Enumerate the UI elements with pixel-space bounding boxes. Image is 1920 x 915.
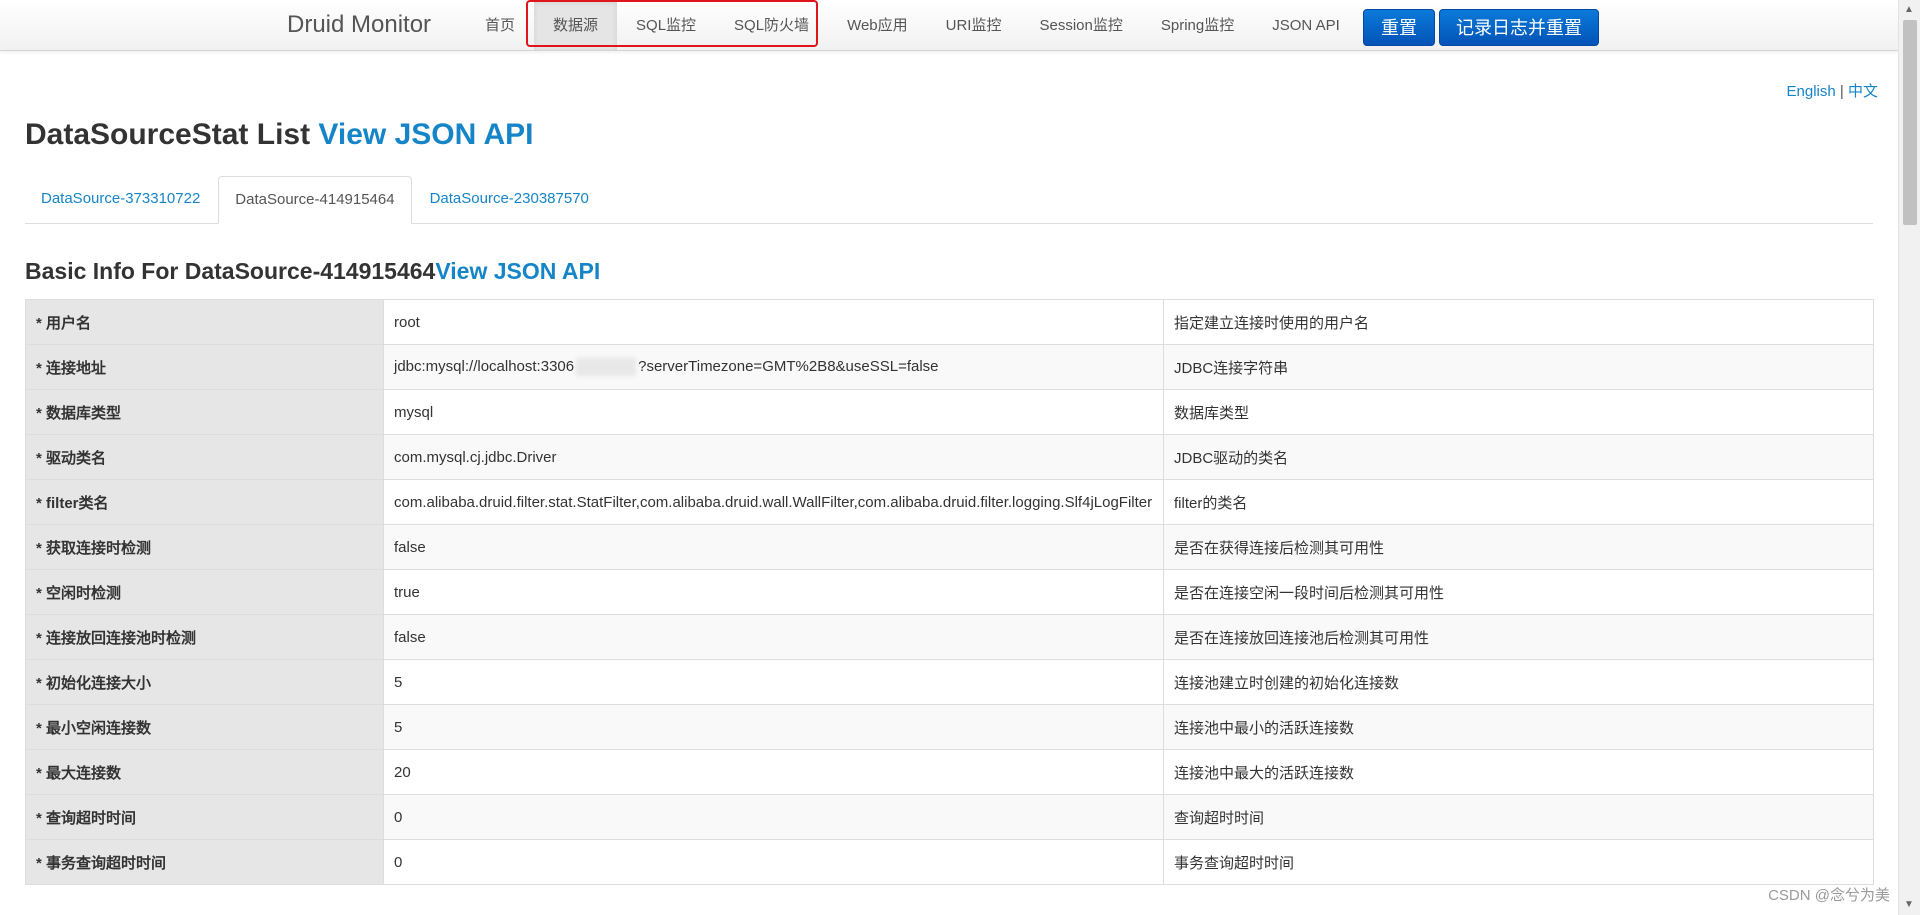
row-key: * 最小空闲连接数 bbox=[25, 704, 384, 750]
row-value: root bbox=[383, 299, 1164, 345]
row-description: 事务查询超时时间 bbox=[1163, 839, 1874, 885]
row-description: 是否在连接空闲一段时间后检测其可用性 bbox=[1163, 569, 1874, 615]
nav-item-uri-monitor[interactable]: URI监控 bbox=[927, 0, 1021, 50]
table-row: * 数据库类型 mysql 数据库类型 bbox=[25, 389, 1874, 435]
lang-english-link[interactable]: English bbox=[1787, 83, 1836, 100]
table-row: * 连接放回连接池时检测 false 是否在连接放回连接池后检测其可用性 bbox=[25, 614, 1874, 660]
reset-button[interactable]: 重置 bbox=[1363, 9, 1435, 46]
page-title: DataSourceStat List View JSON API bbox=[25, 118, 534, 152]
page-title-text: DataSourceStat List bbox=[25, 118, 319, 151]
row-value-prefix: jdbc:mysql://localhost:3306 bbox=[394, 357, 575, 375]
row-description: 查询超时时间 bbox=[1163, 794, 1874, 840]
nav-item-home[interactable]: 首页 bbox=[466, 0, 534, 50]
top-navbar: Druid Monitor 首页 数据源 SQL监控 SQL防火墙 Web应用 … bbox=[0, 0, 1898, 51]
table-row: * 用户名 root 指定建立连接时使用的用户名 bbox=[25, 299, 1874, 345]
row-value: 0 bbox=[383, 794, 1164, 840]
row-value: 0 bbox=[383, 839, 1164, 885]
log-and-reset-button[interactable]: 记录日志并重置 bbox=[1439, 9, 1599, 46]
tab-datasource-2[interactable]: DataSource-414915464 bbox=[218, 176, 412, 224]
row-description: 连接池中最大的活跃连接数 bbox=[1163, 749, 1874, 795]
tab-datasource-3[interactable]: DataSource-230387570 bbox=[414, 176, 605, 223]
view-json-api-link[interactable]: View JSON API bbox=[318, 118, 533, 151]
row-description: filter的类名 bbox=[1163, 479, 1874, 525]
table-row: * 初始化连接大小 5 连接池建立时创建的初始化连接数 bbox=[25, 659, 1874, 705]
section-view-json-api-link[interactable]: View JSON API bbox=[435, 258, 600, 284]
row-description: 指定建立连接时使用的用户名 bbox=[1163, 299, 1874, 345]
nav-item-json-api[interactable]: JSON API bbox=[1253, 0, 1359, 50]
table-row: * 事务查询超时时间 0 事务查询超时时间 bbox=[25, 839, 1874, 885]
row-key: * 连接放回连接池时检测 bbox=[25, 614, 384, 660]
table-row: * filter类名 com.alibaba.druid.filter.stat.… bbox=[25, 479, 1874, 525]
row-value: false bbox=[383, 614, 1164, 660]
row-key: * 用户名 bbox=[25, 299, 384, 345]
row-value: 5 bbox=[383, 659, 1164, 705]
table-row: * 最小空闲连接数 5 连接池中最小的活跃连接数 bbox=[25, 704, 1874, 750]
row-description: 连接池建立时创建的初始化连接数 bbox=[1163, 659, 1874, 705]
datasource-tabs: DataSource-373310722 DataSource-41491546… bbox=[25, 176, 1873, 224]
row-key: * 数据库类型 bbox=[25, 389, 384, 435]
row-key: * 事务查询超时时间 bbox=[25, 839, 384, 885]
scroll-down-arrow-icon[interactable]: ▼ bbox=[1904, 898, 1914, 912]
table-row: * 查询超时时间 0 查询超时时间 bbox=[25, 794, 1874, 840]
row-description: 是否在连接放回连接池后检测其可用性 bbox=[1163, 614, 1874, 660]
row-value: 20 bbox=[383, 749, 1164, 795]
basic-info-table: * 用户名 root 指定建立连接时使用的用户名 * 连接地址 jdbc:mysql:/… bbox=[25, 299, 1874, 885]
section-title: Basic Info For DataSource-414915464View … bbox=[25, 258, 600, 285]
brand-logo[interactable]: Druid Monitor bbox=[287, 11, 431, 39]
row-key: * 获取连接时检测 bbox=[25, 524, 384, 570]
row-key: * 连接地址 bbox=[25, 344, 384, 390]
row-value: jdbc:mysql://localhost:3306 ?serverTimezo… bbox=[383, 344, 1164, 390]
table-row: * 连接地址 jdbc:mysql://localhost:3306 ?server… bbox=[25, 344, 1874, 390]
nav-item-session-monitor[interactable]: Session监控 bbox=[1020, 0, 1141, 50]
row-value: false bbox=[383, 524, 1164, 570]
table-row: * 最大连接数 20 连接池中最大的活跃连接数 bbox=[25, 749, 1874, 795]
row-description: 连接池中最小的活跃连接数 bbox=[1163, 704, 1874, 750]
nav-item-datasource[interactable]: 数据源 bbox=[534, 0, 618, 50]
row-value: true bbox=[383, 569, 1164, 615]
row-value: 5 bbox=[383, 704, 1164, 750]
row-key: * filter类名 bbox=[25, 479, 384, 525]
row-key: * 最大连接数 bbox=[25, 749, 384, 795]
row-key: * 驱动类名 bbox=[25, 434, 384, 480]
tab-datasource-1[interactable]: DataSource-373310722 bbox=[25, 176, 216, 223]
section-title-text: Basic Info For DataSource-414915464 bbox=[25, 258, 436, 284]
row-description: 是否在获得连接后检测其可用性 bbox=[1163, 524, 1874, 570]
lang-separator: | bbox=[1839, 83, 1844, 100]
scroll-up-arrow-icon[interactable]: ▲ bbox=[1904, 3, 1914, 17]
nav-item-sql-firewall[interactable]: SQL防火墙 bbox=[715, 0, 828, 50]
nav-item-web-app[interactable]: Web应用 bbox=[828, 0, 927, 50]
row-value: com.mysql.cj.jdbc.Driver bbox=[383, 434, 1164, 480]
vertical-scrollbar[interactable]: ▲ ▼ bbox=[1898, 0, 1920, 915]
row-key: * 查询超时时间 bbox=[25, 794, 384, 840]
watermark: CSDN @念兮为美 bbox=[1768, 887, 1890, 904]
nav-menu: 首页 数据源 SQL监控 SQL防火墙 Web应用 URI监控 Session监… bbox=[466, 0, 1359, 50]
row-value-suffix: ?serverTimezone=GMT%2B8&useSSL=false bbox=[638, 357, 939, 375]
redacted-blur bbox=[576, 358, 637, 377]
row-key: * 空闲时检测 bbox=[25, 569, 384, 615]
table-row: * 获取连接时检测 false 是否在获得连接后检测其可用性 bbox=[25, 524, 1874, 570]
row-description: JDBC驱动的类名 bbox=[1163, 434, 1874, 480]
scroll-thumb[interactable] bbox=[1903, 20, 1917, 225]
row-key: * 初始化连接大小 bbox=[25, 659, 384, 705]
row-description: 数据库类型 bbox=[1163, 389, 1874, 435]
language-switcher: English | 中文 bbox=[1787, 80, 1878, 101]
lang-chinese-link[interactable]: 中文 bbox=[1848, 83, 1878, 100]
nav-item-sql-monitor[interactable]: SQL监控 bbox=[617, 0, 715, 50]
row-value: mysql bbox=[383, 389, 1164, 435]
row-value: com.alibaba.druid.filter.stat.StatFilter… bbox=[383, 479, 1164, 525]
nav-item-spring-monitor[interactable]: Spring监控 bbox=[1142, 0, 1253, 50]
table-row: * 空闲时检测 true 是否在连接空闲一段时间后检测其可用性 bbox=[25, 569, 1874, 615]
row-description: JDBC连接字符串 bbox=[1163, 344, 1874, 390]
table-row: * 驱动类名 com.mysql.cj.jdbc.Driver JDBC驱动的类名 bbox=[25, 434, 1874, 480]
